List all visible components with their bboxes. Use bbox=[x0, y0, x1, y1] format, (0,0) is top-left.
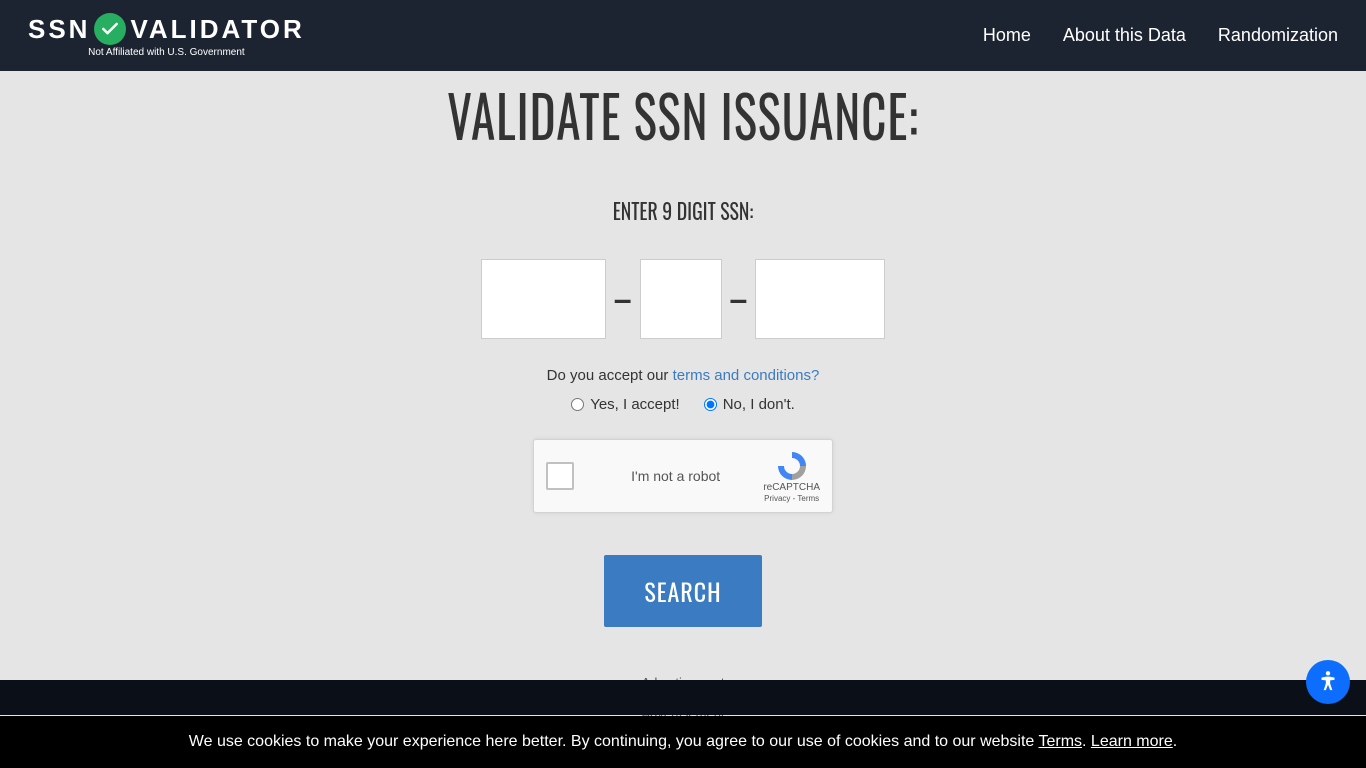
search-button[interactable]: SEARCH bbox=[604, 555, 761, 627]
terms-prefix: Do you accept our bbox=[547, 367, 673, 384]
dash-2: – bbox=[730, 281, 748, 318]
main: VALIDATE SSN ISSUANCE: ENTER 9 DIGIT SSN… bbox=[0, 71, 1366, 721]
cookie-terms-link[interactable]: Terms bbox=[1038, 733, 1082, 750]
accessibility-icon bbox=[1315, 669, 1341, 695]
cookie-end: . bbox=[1173, 733, 1177, 750]
recaptcha-widget[interactable]: I'm not a robot reCAPTCHA Privacy - Term… bbox=[533, 439, 833, 513]
logo[interactable]: SSN VALIDATOR bbox=[28, 13, 305, 45]
ssn-part-1[interactable] bbox=[481, 259, 606, 339]
recaptcha-icon bbox=[776, 450, 808, 482]
cookie-text: We use cookies to make your experience h… bbox=[189, 733, 1039, 750]
terms-radio-row: Yes, I accept! No, I don't. bbox=[0, 396, 1366, 413]
recaptcha-links: Privacy - Terms bbox=[764, 494, 819, 503]
nav-home[interactable]: Home bbox=[983, 25, 1031, 46]
nav-randomization[interactable]: Randomization bbox=[1218, 25, 1338, 46]
header: SSN VALIDATOR Not Affiliated with U.S. G… bbox=[0, 0, 1366, 71]
logo-text-right: VALIDATOR bbox=[130, 14, 304, 45]
recaptcha-label: I'm not a robot bbox=[588, 468, 763, 484]
reject-radio[interactable] bbox=[704, 398, 717, 411]
reject-label: No, I don't. bbox=[723, 396, 795, 413]
recaptcha-brand-text: reCAPTCHA bbox=[763, 482, 820, 493]
ssn-part-2[interactable] bbox=[640, 259, 722, 339]
page-title: VALIDATE SSN ISSUANCE: bbox=[102, 71, 1263, 157]
nav-about[interactable]: About this Data bbox=[1063, 25, 1186, 46]
reject-option[interactable]: No, I don't. bbox=[704, 396, 795, 413]
ssn-input-row: – – bbox=[0, 259, 1366, 339]
accept-radio[interactable] bbox=[571, 398, 584, 411]
ssn-part-3[interactable] bbox=[755, 259, 885, 339]
terms-line: Do you accept our terms and conditions? bbox=[0, 367, 1366, 384]
check-icon bbox=[94, 13, 126, 45]
recaptcha-brand: reCAPTCHA Privacy - Terms bbox=[763, 450, 820, 503]
logo-subtext: Not Affiliated with U.S. Government bbox=[88, 47, 245, 58]
dash-1: – bbox=[614, 281, 632, 318]
logo-wrap: SSN VALIDATOR Not Affiliated with U.S. G… bbox=[28, 13, 305, 58]
ssn-label: ENTER 9 DIGIT SSN: bbox=[68, 195, 1297, 227]
cookie-sep: . bbox=[1082, 733, 1091, 750]
recaptcha-checkbox[interactable] bbox=[546, 462, 574, 490]
cookie-learn-link[interactable]: Learn more bbox=[1091, 733, 1173, 750]
logo-text-left: SSN bbox=[28, 14, 90, 45]
accessibility-button[interactable] bbox=[1306, 660, 1350, 704]
accept-label: Yes, I accept! bbox=[590, 396, 680, 413]
footer bbox=[0, 680, 1366, 715]
accept-option[interactable]: Yes, I accept! bbox=[571, 396, 680, 413]
nav: Home About this Data Randomization bbox=[983, 25, 1338, 46]
terms-link[interactable]: terms and conditions? bbox=[673, 367, 820, 384]
cookie-bar: We use cookies to make your experience h… bbox=[0, 716, 1366, 768]
